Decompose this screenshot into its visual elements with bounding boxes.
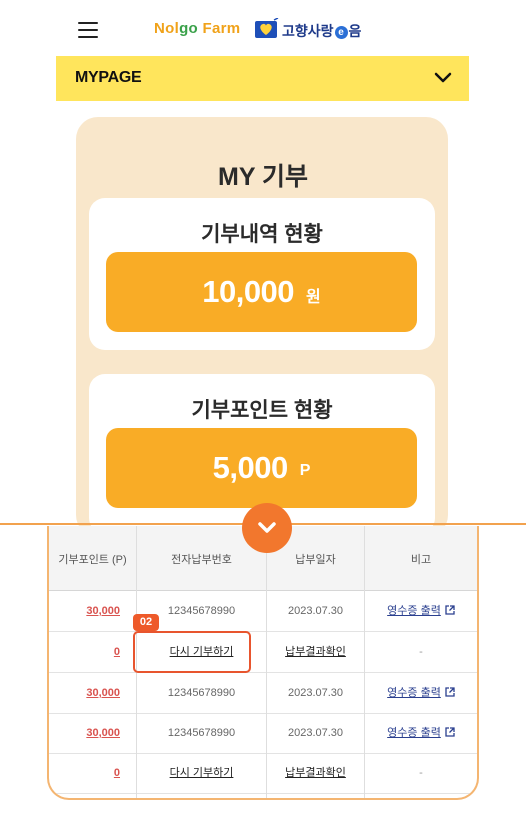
receipt-print-link[interactable]: 영수증 출력 <box>387 727 441 739</box>
chevron-down-icon <box>434 72 452 83</box>
receipt-print-link[interactable]: 영수증 출력 <box>387 687 441 699</box>
table-row: 30,000 12345678990 2023.07.30 영수증 출력 <box>49 673 477 714</box>
column-divider <box>364 526 365 798</box>
gohyang-logo[interactable]: 고향사랑 e 음 <box>282 21 361 41</box>
payment-date: 2023.07.30 <box>287 727 344 739</box>
nolgo-farm-logo[interactable]: Nolgo Farm <box>154 20 240 37</box>
column-divider <box>266 526 267 798</box>
points-value: 30,000 <box>86 727 120 739</box>
external-link-icon <box>445 727 455 737</box>
donation-history-amount: 10,000 원 <box>106 252 417 332</box>
payment-result-link[interactable]: 납부결과확인 <box>285 767 346 779</box>
payment-number: 12345678990 <box>167 727 236 739</box>
external-link-icon <box>445 605 455 615</box>
points-value: 30,000 <box>86 687 120 699</box>
payment-date: 2023.07.30 <box>287 605 344 617</box>
column-header-points: 기부포인트 (P) <box>58 554 127 566</box>
note-empty: - <box>419 646 423 658</box>
menu-icon[interactable] <box>78 22 98 38</box>
external-link-icon <box>445 687 455 697</box>
points-value: 0 <box>113 646 120 658</box>
top-bar: Nolgo Farm 고향사랑 e 음 <box>0 0 526 56</box>
scroll-down-button[interactable] <box>242 503 292 553</box>
my-donation-title: MY 기부 <box>218 163 308 191</box>
note-empty: - <box>419 767 423 779</box>
step-badge: 02 <box>133 614 159 631</box>
receipt-print-link[interactable]: 영수증 출력 <box>387 605 441 617</box>
points-value: 0 <box>113 767 120 779</box>
table-row: 0 다시 기부하기 납부결과확인 - <box>49 632 477 673</box>
donate-again-highlight <box>133 631 251 673</box>
payment-number: 12345678990 <box>167 687 236 699</box>
donation-history-panel: 기부내역 현황 10,000 원 <box>89 198 435 350</box>
table-row: 0 다시 기부하기 납부결과확인 - <box>49 753 477 794</box>
donation-points-amount: 5,000 P <box>106 428 417 508</box>
donation-history-title: 기부내역 현황 <box>201 223 323 246</box>
chevron-down-icon <box>258 522 276 533</box>
mypage-label: MYPAGE <box>75 69 142 86</box>
mypage-dropdown[interactable]: MYPAGE <box>56 56 469 101</box>
payment-result-link[interactable]: 납부결과확인 <box>285 646 346 658</box>
payment-date: 2023.07.30 <box>287 687 344 699</box>
heart-logo-icon <box>255 18 279 38</box>
donation-points-title: 기부포인트 현황 <box>191 399 333 422</box>
points-value: 30,000 <box>86 605 120 617</box>
donate-again-link[interactable]: 다시 기부하기 <box>170 767 234 779</box>
table-row: 30,000 12345678990 2023.07.30 영수증 출력 <box>49 591 477 632</box>
column-header-note: 비고 <box>410 554 432 566</box>
table-row: 30,000 12345678990 2023.07.30 영수증 출력 <box>49 713 477 754</box>
donation-table: 기부포인트 (P) 전자납부번호 납부일자 비고 30,000 12345678… <box>47 526 479 800</box>
